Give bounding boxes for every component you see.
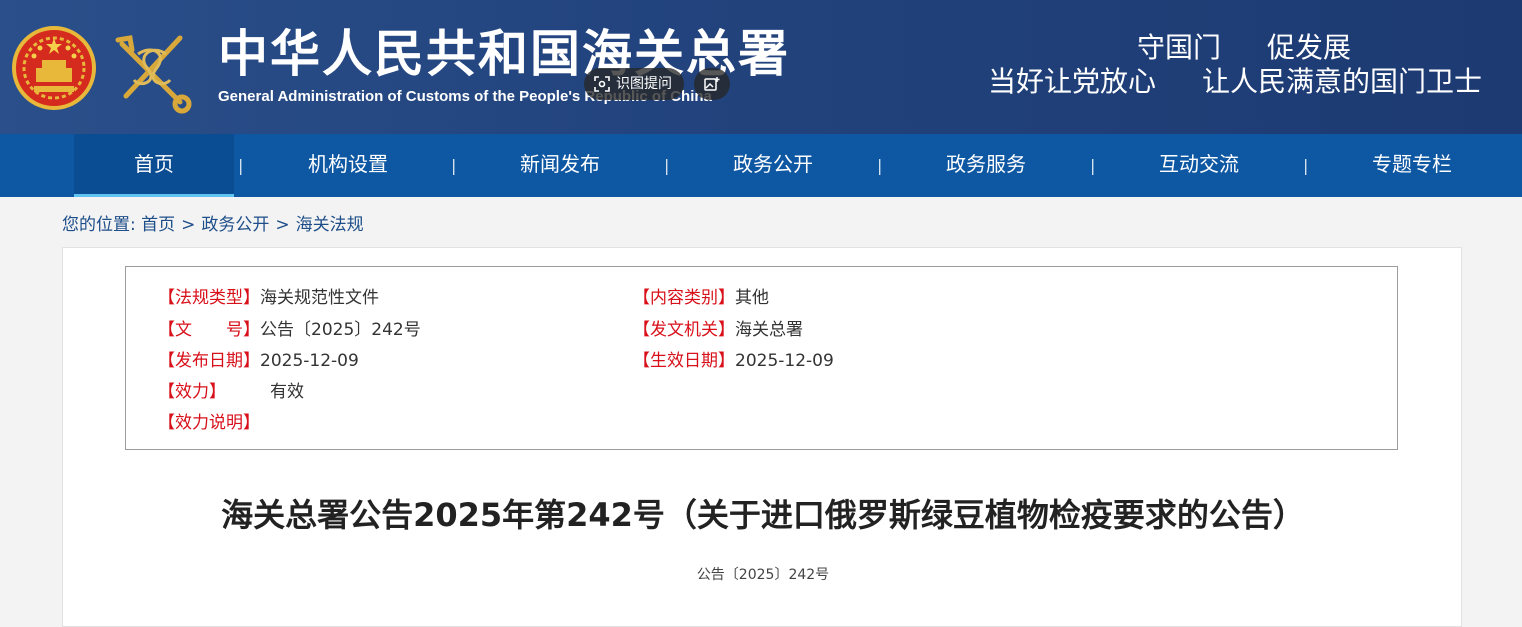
site-header: 中华人民共和国海关总署 General Administration of Cu…	[0, 0, 1522, 134]
meta-label: 【效力说明】	[158, 413, 260, 433]
meta-publish-date: 【发布日期】2025-12-09	[158, 350, 359, 372]
meta-label: 【发布日期】	[158, 351, 260, 371]
slogan-text: 当好让党放心	[988, 65, 1157, 98]
nav-separator: |	[664, 156, 670, 175]
nav-separator: |	[238, 156, 244, 175]
meta-label: 【效力】	[158, 382, 226, 402]
meta-value: 海关总署	[735, 320, 803, 340]
meta-value: 2025-12-09	[735, 351, 834, 371]
nav-separator: |	[451, 156, 457, 175]
ocr-ask-button[interactable]: 识图提问	[584, 68, 684, 100]
nav-separator: |	[877, 156, 883, 175]
meta-validity-note: 【效力说明】	[158, 412, 260, 434]
nav-separator: |	[1090, 156, 1096, 175]
meta-label: 【法规类型】	[158, 288, 260, 308]
meta-effective-date: 【生效日期】2025-12-09	[633, 350, 834, 372]
meta-law-type: 【法规类型】海关规范性文件	[158, 287, 379, 309]
scan-icon	[594, 76, 610, 92]
breadcrumb-separator: >	[181, 215, 196, 235]
slogan-line-2: 当好让党放心 让人民满意的国门卫士	[988, 60, 1482, 100]
meta-value: 其他	[735, 288, 769, 308]
customs-logo-icon	[115, 35, 192, 114]
content-panel: 【法规类型】海关规范性文件 【内容类别】其他 【文 号】公告〔2025〕242号…	[62, 247, 1462, 627]
nav-item-news[interactable]: 新闻发布	[480, 134, 640, 197]
document-title: 海关总署公告2025年第242号（关于进口俄罗斯绿豆植物检疫要求的公告）	[221, 496, 1305, 534]
ocr-ask-label: 识图提问	[616, 76, 672, 92]
main-nav: 首页 | 机构设置 | 新闻发布 | 政务公开 | 政务服务 | 互动交流 | …	[0, 134, 1522, 197]
nav-item-topics[interactable]: 专题专栏	[1332, 134, 1492, 197]
breadcrumb-prefix: 您的位置:	[62, 215, 136, 235]
meta-label: 【文 号】	[158, 320, 260, 340]
meta-value: 有效	[270, 382, 304, 402]
meta-issuer: 【发文机关】海关总署	[633, 319, 803, 341]
breadcrumb-separator: >	[275, 215, 290, 235]
breadcrumb-link-gov-affairs[interactable]: 政务公开	[201, 215, 269, 235]
meta-content-category: 【内容类别】其他	[633, 287, 769, 309]
image-upload-button[interactable]	[694, 68, 730, 100]
nav-separator: |	[1303, 156, 1309, 175]
meta-value: 公告〔2025〕242号	[260, 320, 421, 340]
nav-item-home[interactable]: 首页	[74, 134, 234, 197]
breadcrumb-link-customs-law[interactable]: 海关法规	[296, 215, 364, 235]
meta-label: 【生效日期】	[633, 351, 735, 371]
nav-item-gov-affairs[interactable]: 政务公开	[693, 134, 853, 197]
document-meta-box: 【法规类型】海关规范性文件 【内容类别】其他 【文 号】公告〔2025〕242号…	[125, 266, 1398, 450]
image-upload-icon	[704, 77, 720, 91]
meta-label: 【发文机关】	[633, 320, 735, 340]
national-emblem-icon	[12, 26, 96, 110]
breadcrumb: 您的位置: 首页 > 政务公开 > 海关法规	[62, 210, 364, 235]
meta-value: 海关规范性文件	[260, 288, 379, 308]
meta-value: 2025-12-09	[260, 351, 359, 371]
nav-item-organization[interactable]: 机构设置	[268, 134, 428, 197]
meta-validity: 【效力】 有效	[158, 381, 304, 403]
breadcrumb-link-home[interactable]: 首页	[141, 215, 175, 235]
nav-item-interaction[interactable]: 互动交流	[1119, 134, 1279, 197]
meta-label: 【内容类别】	[633, 288, 735, 308]
slogan-text: 让人民满意的国门卫士	[1202, 65, 1483, 98]
nav-item-gov-services[interactable]: 政务服务	[906, 134, 1066, 197]
meta-doc-number: 【文 号】公告〔2025〕242号	[158, 319, 421, 341]
document-number: 公告〔2025〕242号	[696, 567, 830, 583]
